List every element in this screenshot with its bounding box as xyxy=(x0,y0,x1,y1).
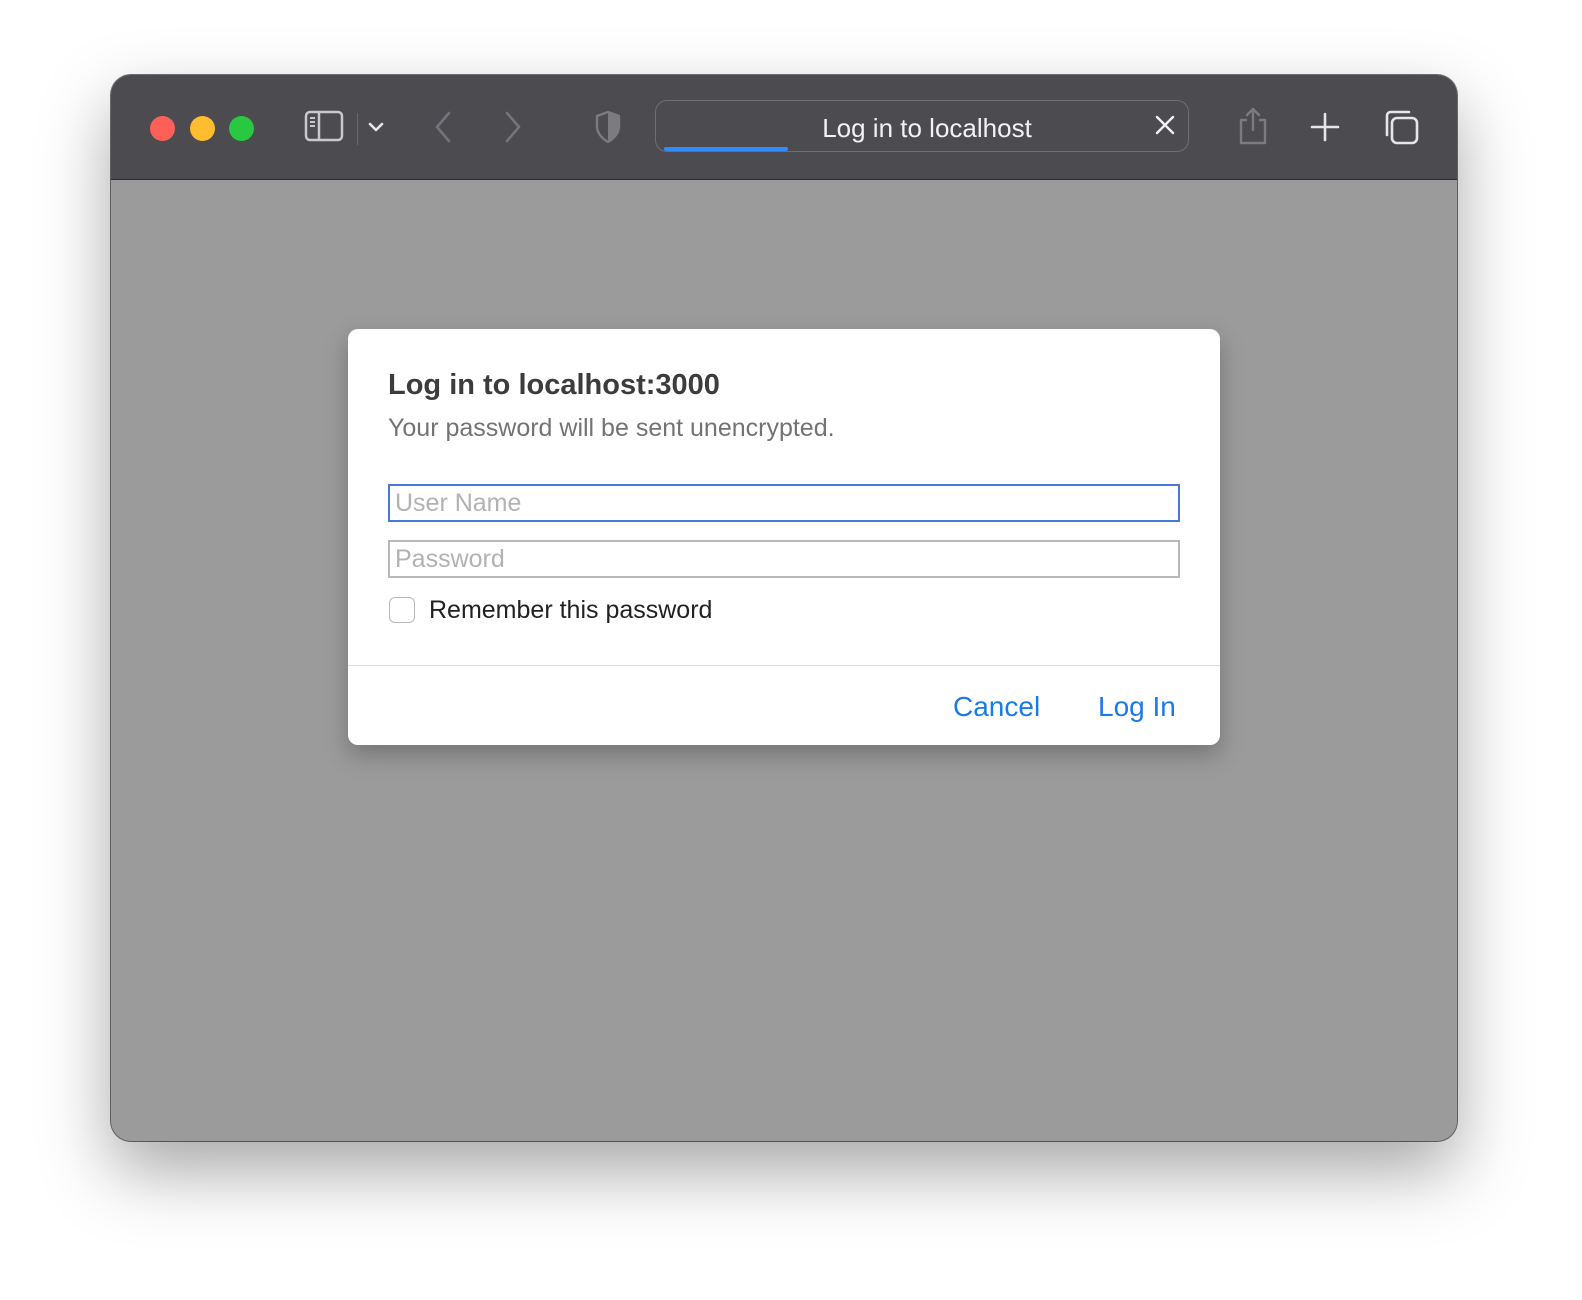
log-in-button[interactable]: Log In xyxy=(1098,691,1176,723)
page-loading-progress xyxy=(664,147,788,151)
chevron-down-icon[interactable] xyxy=(366,117,386,137)
toolbar-divider xyxy=(357,113,358,145)
back-icon[interactable] xyxy=(431,109,455,145)
dialog-subtitle: Your password will be sent unencrypted. xyxy=(388,414,835,442)
address-bar[interactable]: Log in to localhost xyxy=(655,100,1189,152)
close-icon[interactable] xyxy=(1154,114,1176,141)
zoom-window-button[interactable] xyxy=(229,116,254,141)
browser-toolbar: Log in to localhost xyxy=(111,75,1457,180)
username-input[interactable] xyxy=(388,484,1180,522)
dialog-divider xyxy=(348,665,1220,666)
cancel-button[interactable]: Cancel xyxy=(953,691,1040,723)
remember-password-checkbox[interactable] xyxy=(389,597,415,623)
remember-password-label[interactable]: Remember this password xyxy=(429,596,712,625)
address-title: Log in to localhost xyxy=(822,113,1032,143)
login-dialog: Log in to localhost:3000 Your password w… xyxy=(348,329,1220,745)
forward-icon[interactable] xyxy=(501,109,525,145)
plus-icon[interactable] xyxy=(1309,111,1341,143)
password-input[interactable] xyxy=(388,540,1180,578)
minimize-window-button[interactable] xyxy=(190,116,215,141)
share-icon[interactable] xyxy=(1235,105,1271,147)
browser-window: Log in to localhost Log in to localhost:… xyxy=(111,75,1457,1141)
tabs-overview-icon[interactable] xyxy=(1381,107,1421,147)
close-window-button[interactable] xyxy=(150,116,175,141)
dialog-title: Log in to localhost:3000 xyxy=(388,369,720,401)
privacy-shield-icon[interactable] xyxy=(593,109,623,145)
sidebar-icon[interactable] xyxy=(304,109,344,143)
